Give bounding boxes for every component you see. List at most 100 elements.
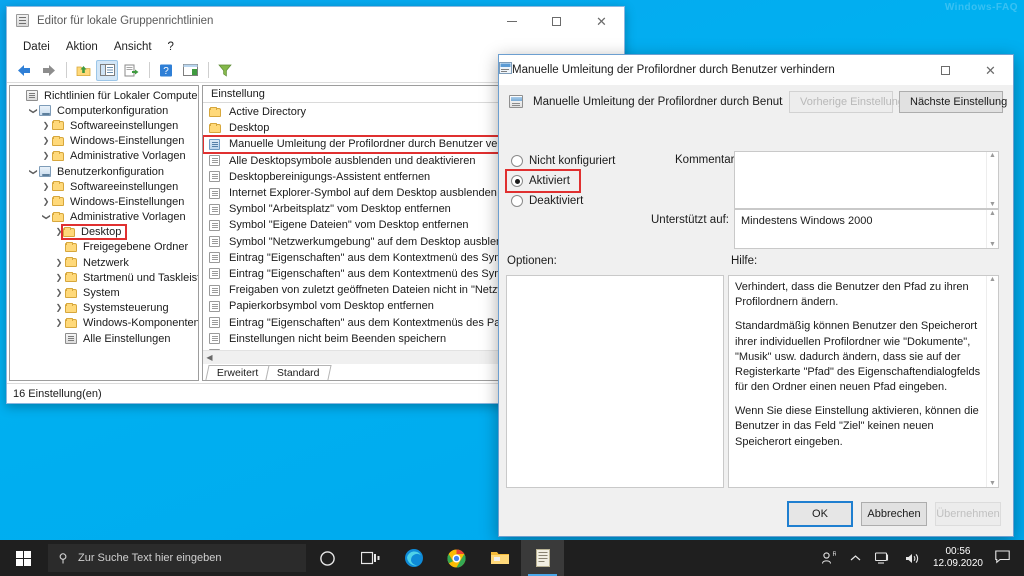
menu-aktion[interactable]: Aktion: [58, 39, 106, 55]
previous-setting-button[interactable]: Vorherige Einstellung: [789, 91, 904, 113]
folder-icon: [52, 150, 66, 161]
folder-icon: [52, 196, 66, 207]
scroll-up-icon[interactable]: ▲: [989, 210, 996, 217]
ok-button[interactable]: OK: [787, 501, 853, 527]
chevron-right-icon[interactable]: ❯: [40, 197, 52, 206]
tree-item[interactable]: ❯ Netzwerk: [10, 255, 198, 270]
chevron-right-icon[interactable]: ❯: [40, 152, 52, 160]
chevron-down-icon[interactable]: ❯: [42, 211, 51, 223]
menu-datei[interactable]: Datei: [15, 39, 58, 55]
tree-item[interactable]: ❯ Windows-Einstellungen: [10, 134, 198, 149]
tree-item[interactable]: ❯ Administrative Vorlagen: [10, 210, 198, 225]
system-tray: R 00:56 12.09.2020: [814, 540, 1024, 576]
file-explorer-icon[interactable]: [478, 540, 521, 576]
tree-item[interactable]: ❯ Computerkonfiguration: [10, 103, 198, 118]
clock-time: 00:56: [945, 545, 971, 557]
chevron-right-icon[interactable]: ❯: [53, 289, 65, 297]
comment-scrollbar[interactable]: ▲ ▼: [986, 152, 998, 208]
task-view-icon[interactable]: [349, 540, 392, 576]
chevron-down-icon[interactable]: ❯: [29, 105, 38, 117]
maximize-icon: [941, 65, 950, 75]
policy-icon: [209, 300, 225, 312]
chevron-down-icon[interactable]: ❯: [29, 166, 38, 178]
tree-item[interactable]: ❯ Benutzerkonfiguration: [10, 164, 198, 179]
policy-icon: [209, 219, 225, 231]
network-icon[interactable]: [868, 551, 898, 565]
back-button[interactable]: [13, 60, 35, 81]
chevron-right-icon[interactable]: ❯: [53, 319, 65, 327]
apply-button[interactable]: Übernehmen: [935, 502, 1001, 526]
maximize-button[interactable]: [534, 7, 579, 36]
tree-item[interactable]: Richtlinien für Lokaler Computer: [10, 88, 198, 103]
microsoft-edge-icon[interactable]: [392, 540, 435, 576]
tree-item[interactable]: ❯ Desktop: [10, 224, 198, 241]
tree-item[interactable]: ❯ Windows-Einstellungen: [10, 194, 198, 209]
cancel-button[interactable]: Abbrechen: [861, 502, 927, 526]
folder-icon: [65, 302, 79, 313]
tab-erweitert[interactable]: Erweitert: [205, 365, 271, 380]
minimize-button[interactable]: [489, 7, 534, 36]
tree-item[interactable]: Alle Einstellungen: [10, 331, 198, 346]
chevron-right-icon[interactable]: ❯: [40, 121, 52, 130]
scroll-down-icon[interactable]: ▼: [989, 480, 996, 487]
scroll-down-icon[interactable]: ▼: [989, 201, 996, 208]
tree-item[interactable]: Freigegebene Ordner: [10, 240, 198, 255]
dialog-close-button[interactable]: ✕: [968, 56, 1013, 85]
gpedit-taskbar-icon[interactable]: [521, 540, 564, 576]
next-setting-button[interactable]: Nächste Einstellung: [899, 91, 1007, 113]
scroll-up-icon[interactable]: ▲: [989, 152, 996, 159]
scroll-up-icon[interactable]: ▲: [989, 276, 996, 283]
export-list-button[interactable]: [120, 60, 142, 81]
close-button[interactable]: ✕: [579, 7, 624, 36]
help-panel[interactable]: Verhindert, dass die Benutzer den Pfad z…: [728, 275, 999, 488]
svg-text:R: R: [832, 552, 836, 558]
show-tree-button[interactable]: [96, 59, 118, 81]
tree-item[interactable]: ❯ Softwareeinstellungen: [10, 118, 198, 133]
menu-hilfe[interactable]: ?: [160, 39, 182, 55]
tree-item[interactable]: ❯ Administrative Vorlagen: [10, 149, 198, 164]
scroll-left-icon[interactable]: ◀: [203, 353, 216, 362]
help-button[interactable]: ?: [155, 60, 177, 81]
help-scrollbar[interactable]: ▲ ▼: [986, 276, 998, 487]
search-input[interactable]: ⚲ Zur Suche Text hier eingeben: [48, 544, 306, 572]
dialog-maximize-button[interactable]: [923, 56, 968, 85]
tree-item[interactable]: ❯ System: [10, 285, 198, 300]
chevron-right-icon[interactable]: ❯: [53, 258, 65, 267]
google-chrome-icon[interactable]: [435, 540, 478, 576]
settings-list-item-label: Symbol "Netzwerkumgebung" auf dem Deskto…: [229, 235, 521, 248]
radio-deaktiviert[interactable]: Deaktiviert: [507, 191, 667, 211]
start-button[interactable]: [0, 540, 46, 576]
tree-item-label: Freigegebene Ordner: [83, 241, 189, 254]
scroll-down-icon[interactable]: ▼: [989, 241, 996, 248]
tree-item[interactable]: ❯ Windows-Komponenten: [10, 316, 198, 331]
clock[interactable]: 00:56 12.09.2020: [927, 546, 993, 571]
cortana-icon[interactable]: [306, 540, 349, 576]
dialog-header: Manuelle Umleitung der Profilordner durc…: [499, 85, 1013, 113]
filter-button[interactable]: [214, 60, 236, 81]
supported-scrollbar[interactable]: ▲ ▼: [986, 210, 998, 248]
supported-field[interactable]: Mindestens Windows 2000 ▲ ▼: [734, 209, 999, 249]
tree-pane[interactable]: Richtlinien für Lokaler Computer ❯ Compute…: [9, 85, 199, 381]
tab-standard-label: Standard: [277, 367, 320, 379]
radio-nicht-konfiguriert[interactable]: Nicht konfiguriert: [507, 151, 667, 171]
properties-button[interactable]: [179, 60, 201, 81]
people-icon[interactable]: R: [814, 551, 843, 565]
tree-item[interactable]: ❯ Systemsteuerung: [10, 301, 198, 316]
up-folder-button[interactable]: [72, 60, 94, 81]
chevron-right-icon[interactable]: ❯: [40, 137, 52, 145]
options-panel[interactable]: [506, 275, 724, 488]
tree-item[interactable]: ❯ Softwareeinstellungen: [10, 179, 198, 194]
tab-standard[interactable]: Standard: [265, 365, 332, 380]
chevron-right-icon[interactable]: ❯: [40, 182, 52, 191]
radio-aktiviert[interactable]: Aktiviert: [505, 169, 581, 193]
chevron-right-icon[interactable]: ❯: [53, 304, 65, 312]
chevron-right-icon[interactable]: ❯: [53, 273, 65, 282]
show-hidden-icons-icon[interactable]: [843, 554, 868, 563]
tree-item[interactable]: ❯ Startmenü und Taskleiste: [10, 270, 198, 285]
menu-ansicht[interactable]: Ansicht: [106, 39, 160, 55]
action-center-icon[interactable]: [993, 549, 1020, 567]
comment-field[interactable]: ▲ ▼: [734, 151, 999, 209]
forward-button[interactable]: [37, 60, 59, 81]
tree-item-label: Richtlinien für Lokaler Computer: [44, 89, 199, 102]
volume-icon[interactable]: [898, 552, 927, 565]
